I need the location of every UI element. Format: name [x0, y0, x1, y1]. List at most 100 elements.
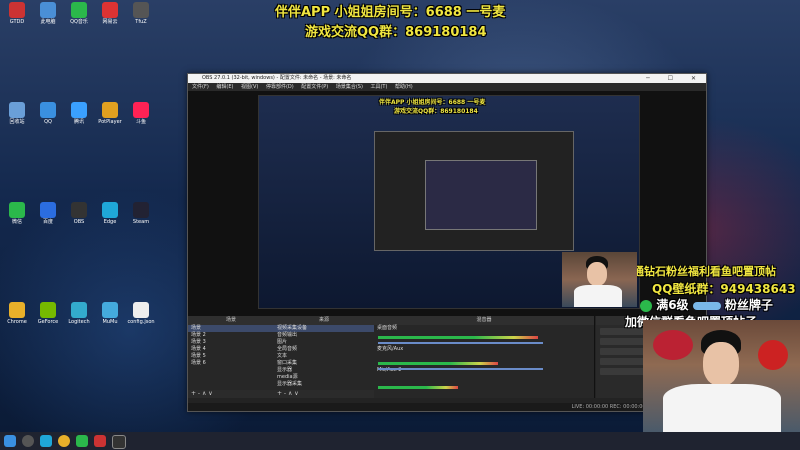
menu-item[interactable]: 配置文件(P)	[301, 84, 336, 90]
mixer-dock-title: 混音器	[374, 316, 594, 325]
edge-icon[interactable]	[40, 435, 52, 447]
desktop-icon[interactable]: Logitech	[64, 302, 94, 325]
desktop-icon[interactable]: PotPlayer	[95, 102, 125, 125]
scene-item[interactable]: 场景 3	[188, 339, 274, 346]
desktop-icon-label: config.json	[127, 319, 155, 325]
desktop-icon-label: OBS	[73, 219, 85, 225]
desktop-icon[interactable]: QQ	[33, 102, 63, 125]
webcam-face	[587, 262, 607, 286]
app-icon	[133, 2, 149, 18]
wechat-taskbar-icon[interactable]	[76, 435, 88, 447]
source-item[interactable]: 视频采集设备	[274, 325, 374, 332]
fan-badge-icon	[692, 301, 721, 310]
scene-item[interactable]: 场景 5	[188, 353, 274, 360]
desktop-icon[interactable]: 微信	[2, 202, 32, 225]
desktop-icon-label: 斗鱼	[135, 119, 146, 125]
source-item[interactable]: 音频输出	[274, 332, 374, 339]
desktop-icon-label: MuMu	[102, 319, 118, 325]
desktop-icon[interactable]: TfuZ	[126, 2, 156, 25]
desktop-icon-label: 回收站	[9, 119, 25, 125]
preview-overlay-line1: 伴伴APP 小姐姐房间号：6688 一号麦	[379, 99, 486, 106]
app-icon	[71, 202, 87, 218]
webcam-small	[562, 252, 637, 307]
desktop-icon[interactable]: GTDD	[2, 2, 32, 25]
start-icon[interactable]	[4, 435, 16, 447]
desktop-icon-label: 百度	[42, 219, 53, 225]
volume-slider[interactable]	[378, 368, 543, 370]
app-icon	[71, 102, 87, 118]
scenes-dock: 场景 场景 场景 2 场景 3 场景 4 场景 5 场景 6 + - ∧ ∨	[188, 316, 275, 398]
desktop-icon[interactable]: 腾讯	[64, 102, 94, 125]
desktop-icon[interactable]: Edge	[95, 202, 125, 225]
desktop-icon[interactable]: 网易云	[95, 2, 125, 25]
app-icon	[102, 302, 118, 318]
desktop-icon[interactable]: 百度	[33, 202, 63, 225]
menu-item[interactable]: 停靠部件(D)	[266, 84, 301, 90]
sources-dock-footer[interactable]: + - ∧ ∨	[274, 390, 374, 398]
desktop-icon[interactable]: 斗鱼	[126, 102, 156, 125]
sources-dock: 来源 视频采集设备 音频输出 图片 全局音频 文本 窗口采集 显示器 media源 显示器采集 …	[274, 316, 375, 398]
desktop-icon[interactable]: 回收站	[2, 102, 32, 125]
desktop-icon[interactable]: 此电脑	[33, 2, 63, 25]
desktop-icon-label: Steam	[132, 219, 150, 225]
app-icon	[40, 302, 56, 318]
desktop-icon[interactable]: Steam	[126, 202, 156, 225]
audio-meter	[378, 362, 498, 365]
promo-badge: 粉丝牌子	[724, 298, 773, 312]
desktop-icon[interactable]: QQ音乐	[64, 2, 94, 25]
scenes-dock-title: 场景	[188, 316, 274, 325]
audio-meter	[378, 336, 538, 339]
source-item[interactable]: media源	[274, 374, 374, 381]
source-item[interactable]: 图片	[274, 339, 374, 346]
window-controls[interactable]: ─ ☐ ✕	[646, 74, 704, 83]
desktop-icon[interactable]: GeForce	[33, 302, 63, 325]
promo-line1: 开通钻石粉丝福利看鱼吧置顶帖	[622, 265, 776, 278]
source-item[interactable]: 显示器	[274, 367, 374, 374]
app-icon	[133, 202, 149, 218]
obs-window[interactable]: OBS 27.0.1 (32-bit, windows) - 配置文件: 未命名…	[187, 73, 707, 412]
menu-item[interactable]: 文件(F)	[192, 84, 216, 90]
scene-item[interactable]: 场景 6	[188, 360, 274, 367]
obs-title: OBS 27.0.1 (32-bit, windows) - 配置文件: 未命名…	[202, 75, 352, 81]
netease-music-icon[interactable]	[94, 435, 106, 447]
chrome-icon[interactable]	[58, 435, 70, 447]
desktop-icon-label: 网易云	[102, 19, 118, 25]
desktop-icon-label: QQ音乐	[70, 19, 88, 25]
promo-line2: QQ壁纸群：949438643	[652, 282, 796, 296]
scene-item[interactable]: 场景	[188, 325, 274, 332]
obs-taskbar-icon[interactable]	[112, 435, 126, 449]
menu-item[interactable]: 视图(V)	[241, 84, 266, 90]
desktop-icons: GTDD 此电脑 QQ音乐 网易云 TfuZ 回收站 QQ 腾讯 PotPlayer 斗鱼微信 百度…	[2, 2, 155, 432]
obs-menubar: 文件(F) 编辑(E) 视图(V) 停靠部件(D) 配置文件(P) 场景集合(S…	[188, 83, 706, 91]
app-icon	[102, 202, 118, 218]
source-item[interactable]: 全局音频	[274, 346, 374, 353]
app-icon	[9, 202, 25, 218]
mixer-track-label: 麦克风/Aux	[377, 346, 404, 352]
desktop-icon[interactable]: Chrome	[2, 302, 32, 325]
nested-preview-inner	[425, 160, 537, 230]
source-item[interactable]: 显示器采集	[274, 381, 374, 388]
menu-item[interactable]: 工具(T)	[370, 84, 395, 90]
volume-slider[interactable]	[378, 342, 543, 344]
menu-item[interactable]: 场景集合(S)	[336, 84, 371, 90]
menu-item[interactable]: 帮助(H)	[395, 84, 413, 90]
source-item[interactable]: 窗口采集	[274, 360, 374, 367]
desktop-icon[interactable]: OBS	[64, 202, 94, 225]
search-icon[interactable]	[22, 435, 34, 447]
app-icon	[40, 102, 56, 118]
obs-titlebar[interactable]: OBS 27.0.1 (32-bit, windows) - 配置文件: 未命名…	[188, 74, 706, 83]
app-icon	[9, 302, 25, 318]
app-icon	[102, 102, 118, 118]
taskbar	[0, 432, 800, 450]
menu-item[interactable]: 编辑(E)	[216, 84, 241, 90]
scene-item[interactable]: 场景 4	[188, 346, 274, 353]
app-icon	[71, 302, 87, 318]
webcam-shirt	[663, 384, 781, 432]
desktop-icon[interactable]: MuMu	[95, 302, 125, 325]
desktop-icon-label: Chrome	[7, 319, 27, 325]
source-item[interactable]: 文本	[274, 353, 374, 360]
desktop-icon-label: GTDD	[9, 19, 25, 25]
scene-item[interactable]: 场景 2	[188, 332, 274, 339]
desktop-icon[interactable]: config.json	[126, 302, 156, 325]
scenes-dock-footer[interactable]: + - ∧ ∨	[188, 390, 274, 398]
